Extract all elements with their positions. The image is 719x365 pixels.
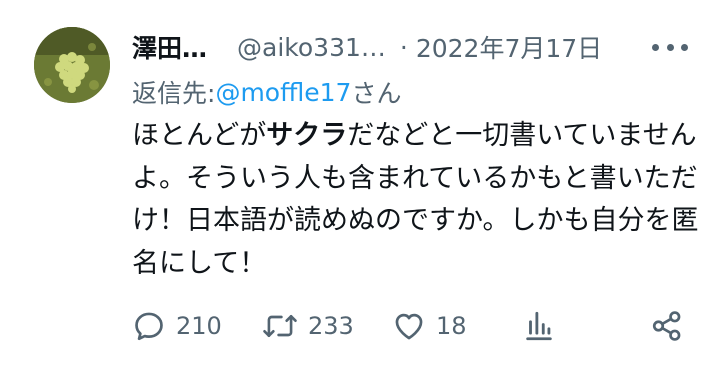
retweet-button[interactable]: 233 xyxy=(262,300,354,352)
reply-mention[interactable]: @moffle17 xyxy=(215,78,351,107)
avatar[interactable] xyxy=(34,27,110,103)
reply-label: 返信先: xyxy=(132,79,216,108)
author-handle[interactable]: @aiko331… xyxy=(237,33,386,62)
analytics-button[interactable] xyxy=(522,300,556,352)
more-dot xyxy=(681,43,688,51)
tweet-date[interactable]: 2022年7月17日 xyxy=(416,29,602,65)
tweet-text: ほとんどがサクラだなどと一切書いていませんよ。そういう人も含まれているかもと書い… xyxy=(132,115,702,285)
reply-button[interactable]: 210 xyxy=(132,300,222,352)
reply-icon xyxy=(135,312,163,341)
like-count: 18 xyxy=(436,312,467,340)
author-name[interactable]: 澤田… xyxy=(132,29,207,65)
share-icon xyxy=(652,311,681,341)
tweet-text-start: ほとんどが xyxy=(132,120,267,151)
more-dot xyxy=(666,43,674,51)
retweet-icon xyxy=(263,314,297,338)
separator-dot: · xyxy=(399,32,408,62)
heart-icon xyxy=(395,313,423,340)
analytics-icon xyxy=(526,311,552,341)
tweet-text-bold: サクラ xyxy=(266,120,348,151)
action-bar: 210 233 18 xyxy=(0,300,719,352)
share-button[interactable] xyxy=(650,300,684,352)
tweet-header: 澤田… @aiko331… · 2022年7月17日 xyxy=(132,30,602,64)
reply-context: 返信先: @moffle17 さん xyxy=(132,74,401,110)
more-icon[interactable] xyxy=(652,37,688,57)
retweet-count: 233 xyxy=(308,312,354,340)
more-dot xyxy=(652,43,659,51)
like-button[interactable]: 18 xyxy=(392,300,467,352)
reply-count: 210 xyxy=(176,312,222,340)
reply-suffix: さん xyxy=(351,79,402,108)
avatar-image xyxy=(34,27,110,103)
